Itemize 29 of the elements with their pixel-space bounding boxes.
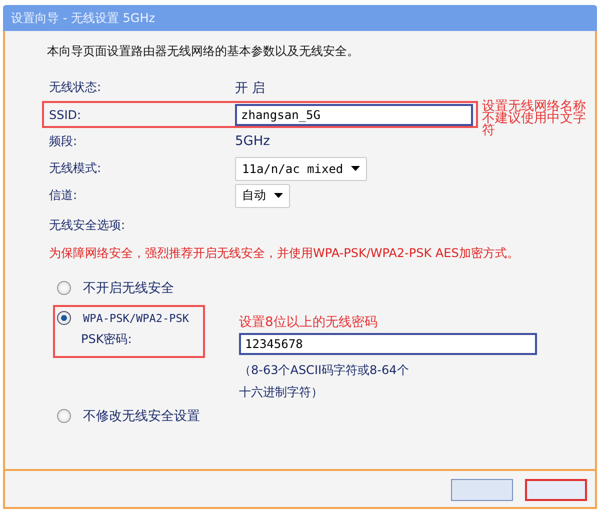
section-label: 无线安全选项: — [49, 217, 126, 234]
option-label: 不修改无线安全设置 — [83, 408, 200, 425]
password-field[interactable]: 12345678 — [239, 333, 537, 355]
annotation-text: 设置无线网络名称不建议使用中文字符 — [482, 101, 587, 137]
field-label: 无线模式: — [48, 160, 102, 177]
dropdown[interactable]: 自动 — [235, 184, 290, 208]
field-value: 5GHz — [235, 134, 270, 149]
dropdown[interactable]: 11a/n/ac mixed — [235, 156, 368, 180]
field-label: PSK密码: — [81, 331, 133, 348]
field-label: 频段: — [48, 133, 78, 150]
option-label: WPA-PSK/WPA2-PSK — [83, 312, 189, 324]
field-label: 无线状态: — [48, 79, 102, 96]
hint-text: （8-63个ASCII码字符或8-64个十六进制字符） — [239, 362, 410, 401]
radio-button[interactable] — [57, 281, 71, 295]
caret-icon — [351, 166, 360, 171]
warning-text: 为保障网络安全，强烈推荐开启无线安全，并使用WPA-PSK/WPA2-PSK AES加密方式。 — [49, 245, 520, 262]
input-field[interactable]: zhangsan_5G — [235, 104, 473, 126]
field-label: SSID: — [48, 108, 82, 122]
caret-icon — [274, 193, 283, 198]
annotation-text: 设置8位以上的无线密码 — [239, 314, 378, 331]
next-button[interactable] — [525, 479, 587, 501]
back-button[interactable] — [451, 479, 513, 501]
window-title: 设置向导 - 无线设置 5GHz — [11, 10, 156, 26]
field-label: 信道: — [48, 187, 78, 204]
option-label: 不开启无线安全 — [83, 280, 174, 297]
intro-text: 本向导页面设置路由器无线网络的基本参数以及无线安全。 — [47, 43, 360, 60]
field-value: 开 启 — [235, 80, 266, 96]
radio-button[interactable] — [57, 409, 71, 423]
radio-button[interactable] — [57, 311, 71, 325]
